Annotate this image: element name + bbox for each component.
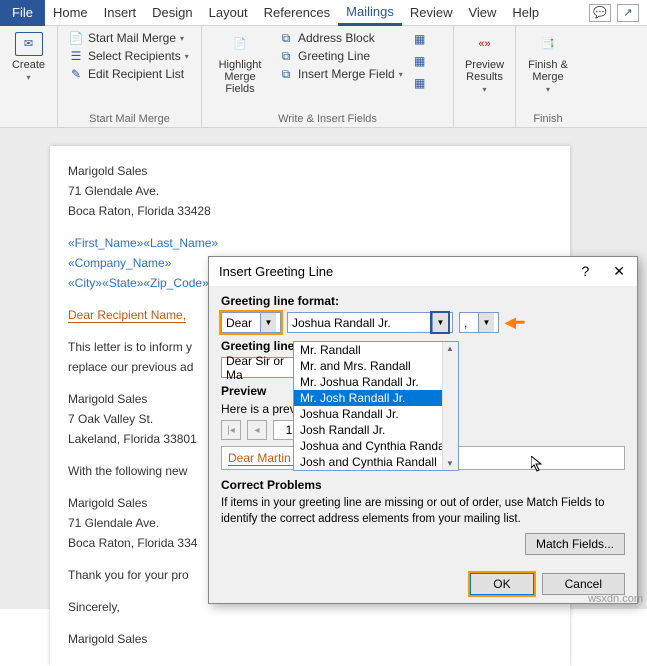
group-label-start: Start Mail Merge xyxy=(66,111,193,125)
prev-record-button[interactable]: ◂ xyxy=(247,420,267,440)
edit-list-icon: ✎ xyxy=(68,67,84,81)
comments-icon[interactable]: 💬 xyxy=(589,4,611,22)
match-fields-button[interactable]: Match Fields... xyxy=(525,533,625,555)
ok-button[interactable]: OK xyxy=(470,573,533,595)
correct-problems-text: If items in your greeting line are missi… xyxy=(221,496,625,527)
help-button[interactable]: ? xyxy=(575,263,595,280)
chevron-down-icon: ▼ xyxy=(432,313,448,332)
cancel-button[interactable]: Cancel xyxy=(542,573,625,595)
merge-field: «First_Name»«Last_Name» xyxy=(68,234,552,252)
dropdown-item[interactable]: Josh and Cynthia Randall xyxy=(294,454,458,470)
update-labels-icon[interactable]: ▦ xyxy=(411,74,429,92)
greeting-placeholder: Dear Recipient Name, xyxy=(68,308,186,323)
file-tab[interactable]: File xyxy=(0,0,45,26)
dropdown-item[interactable]: Josh Randall Jr. xyxy=(294,422,458,438)
correct-problems-label: Correct Problems xyxy=(221,478,625,492)
match-fields-icon[interactable]: ▦ xyxy=(411,52,429,70)
ribbon: ✉ Create ▾ 📄Start Mail Merge▾ ☰Select Re… xyxy=(0,26,647,128)
chevron-down-icon: ▼ xyxy=(478,313,494,332)
insert-greeting-line-dialog: Insert Greeting Line ? ✕ Greeting line f… xyxy=(208,256,638,604)
insert-field-icon: ⧉ xyxy=(278,67,294,81)
highlight-merge-fields-button[interactable]: 📄 Highlight Merge Fields xyxy=(210,30,270,97)
chevron-down-icon: ▼ xyxy=(260,313,276,332)
chevron-down-icon: ▾ xyxy=(26,72,30,84)
dropdown-item[interactable]: Mr. and Mrs. Randall xyxy=(294,358,458,374)
address-icon: ⧉ xyxy=(278,31,294,45)
punctuation-select[interactable]: ,▼ xyxy=(459,312,499,333)
preview-results-button[interactable]: «» Preview Results ▾ xyxy=(462,30,507,98)
insert-merge-field-button[interactable]: ⧉Insert Merge Field▾ xyxy=(276,66,405,82)
tab-design[interactable]: Design xyxy=(144,0,200,26)
scrollbar[interactable] xyxy=(442,342,458,470)
invalid-greeting-select[interactable]: Dear Sir or Ma xyxy=(221,357,301,378)
dialog-titlebar[interactable]: Insert Greeting Line ? ✕ xyxy=(209,257,637,286)
tab-mailings[interactable]: Mailings xyxy=(338,0,402,26)
edit-recipient-list-button[interactable]: ✎Edit Recipient List xyxy=(66,66,191,82)
greeting-icon: ⧉ xyxy=(278,49,294,63)
group-label-write: Write & Insert Fields xyxy=(210,111,445,125)
share-icon[interactable]: ↗ xyxy=(617,4,639,22)
dialog-title-text: Insert Greeting Line xyxy=(219,264,333,279)
dropdown-item[interactable]: Joshua Randall Jr. xyxy=(294,406,458,422)
finish-icon: 📑 xyxy=(534,32,562,56)
sender-line: 71 Glendale Ave. xyxy=(68,182,552,200)
create-button[interactable]: ✉ Create ▾ xyxy=(8,30,49,86)
greeting-line-button[interactable]: ⧉Greeting Line xyxy=(276,48,405,64)
annotation-arrow-icon: ◀━ xyxy=(505,314,524,331)
name-format-select[interactable]: Joshua Randall Jr.▼ xyxy=(287,312,453,333)
recipients-icon: ☰ xyxy=(68,49,84,63)
watermark: wsxdn.com xyxy=(588,593,643,605)
highlight-icon: 📄 xyxy=(226,32,254,56)
start-mail-merge-button[interactable]: 📄Start Mail Merge▾ xyxy=(66,30,191,46)
dropdown-item[interactable]: Mr. Joshua Randall Jr. xyxy=(294,374,458,390)
doc-merge-icon: 📄 xyxy=(68,31,84,45)
sender-line: Marigold Sales xyxy=(68,162,552,180)
finish-merge-button[interactable]: 📑 Finish & Merge ▾ xyxy=(524,30,572,98)
tab-help[interactable]: Help xyxy=(504,0,547,26)
first-record-button[interactable]: |◂ xyxy=(221,420,241,440)
sender-line: Boca Raton, Florida 33428 xyxy=(68,202,552,220)
tab-insert[interactable]: Insert xyxy=(96,0,145,26)
signature: Marigold Sales xyxy=(68,630,552,648)
close-button[interactable]: ✕ xyxy=(607,263,631,280)
envelope-icon: ✉ xyxy=(15,32,43,56)
salutation-select[interactable]: Dear▼ xyxy=(221,312,281,333)
tab-home[interactable]: Home xyxy=(45,0,96,26)
tab-layout[interactable]: Layout xyxy=(201,0,256,26)
dropdown-item-selected[interactable]: Mr. Josh Randall Jr. xyxy=(294,390,458,406)
tab-review[interactable]: Review xyxy=(402,0,461,26)
format-label: Greeting line format: xyxy=(221,294,625,308)
dropdown-item[interactable]: Mr. Randall xyxy=(294,342,458,358)
tab-bar: File Home Insert Design Layout Reference… xyxy=(0,0,647,26)
dropdown-item[interactable]: Joshua and Cynthia Randall xyxy=(294,438,458,454)
rules-icon[interactable]: ▦ xyxy=(411,30,429,48)
group-label-finish: Finish xyxy=(524,111,572,125)
address-block-button[interactable]: ⧉Address Block xyxy=(276,30,405,46)
name-format-dropdown: Mr. Randall Mr. and Mrs. Randall Mr. Jos… xyxy=(293,341,459,471)
preview-icon: «» xyxy=(471,32,499,56)
select-recipients-button[interactable]: ☰Select Recipients▾ xyxy=(66,48,191,64)
tab-view[interactable]: View xyxy=(460,0,504,26)
tab-references[interactable]: References xyxy=(256,0,338,26)
